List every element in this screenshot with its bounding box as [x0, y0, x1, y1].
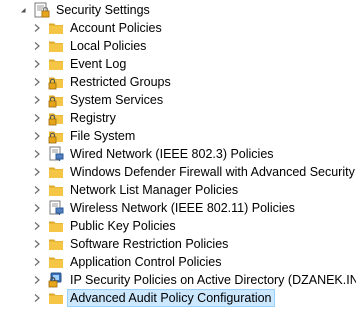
tree-item-1[interactable]: Local Policies	[32, 37, 148, 55]
folder-icon	[48, 254, 64, 270]
chevron-right-icon[interactable]	[32, 203, 42, 213]
tree-item-label: Local Policies	[70, 39, 147, 53]
chevron-right-icon[interactable]	[32, 239, 42, 249]
tree-item-label: Application Control Policies	[70, 255, 222, 269]
tree-item-15[interactable]: Advanced Audit Policy Configuration	[32, 289, 275, 307]
chevron-right-icon[interactable]	[32, 149, 42, 159]
ip-security-icon	[48, 272, 64, 288]
chevron-right-icon[interactable]	[32, 131, 42, 141]
chevron-right-icon[interactable]	[32, 59, 42, 69]
tree-root-security-settings[interactable]: Security Settings	[18, 1, 152, 19]
tree-item-6[interactable]: File System	[32, 127, 137, 145]
tree-item-label: System Services	[70, 93, 164, 107]
tree-item-label: File System	[70, 129, 136, 143]
tree-item-12[interactable]: Software Restriction Policies	[32, 235, 230, 253]
folder-icon	[48, 38, 64, 54]
tree-item-label: Advanced Audit Policy Configuration	[67, 289, 275, 307]
tree-item-label: Event Log	[70, 57, 127, 71]
tree-item-label: Wired Network (IEEE 802.3) Policies	[70, 147, 274, 161]
folder-icon	[48, 290, 64, 306]
tree-item-label: Software Restriction Policies	[70, 237, 229, 251]
tree-root-label: Security Settings	[56, 3, 150, 17]
network-policy-icon	[48, 146, 64, 162]
tree-item-5[interactable]: Registry	[32, 109, 118, 127]
tree-item-7[interactable]: Wired Network (IEEE 802.3) Policies	[32, 145, 276, 163]
tree-item-11[interactable]: Public Key Policies	[32, 217, 178, 235]
chevron-right-icon[interactable]	[32, 95, 42, 105]
tree-item-label: Account Policies	[70, 21, 162, 35]
security-settings-icon	[34, 2, 50, 18]
chevron-right-icon[interactable]	[32, 275, 42, 285]
chevron-right-icon[interactable]	[32, 41, 42, 51]
locked-folder-icon	[48, 128, 64, 144]
locked-folder-icon	[48, 92, 64, 108]
chevron-right-icon[interactable]	[32, 185, 42, 195]
tree-item-label: IP Security Policies on Active Directory…	[70, 273, 356, 287]
network-policy-icon	[48, 200, 64, 216]
chevron-right-icon[interactable]	[32, 221, 42, 231]
chevron-right-icon[interactable]	[32, 293, 42, 303]
folder-icon	[48, 20, 64, 36]
tree-item-13[interactable]: Application Control Policies	[32, 253, 223, 271]
tree-item-label: Network List Manager Policies	[70, 183, 239, 197]
tree-item-3[interactable]: Restricted Groups	[32, 73, 173, 91]
chevron-right-icon[interactable]	[32, 23, 42, 33]
tree-item-14[interactable]: IP Security Policies on Active Directory…	[32, 271, 356, 289]
chevron-right-icon[interactable]	[32, 167, 42, 177]
chevron-right-icon[interactable]	[32, 257, 42, 267]
tree-item-2[interactable]: Event Log	[32, 55, 128, 73]
folder-icon	[48, 164, 64, 180]
folder-icon	[48, 182, 64, 198]
chevron-down-icon[interactable]	[18, 5, 28, 15]
tree-item-8[interactable]: Windows Defender Firewall with Advanced …	[32, 163, 356, 181]
tree-item-label: Wireless Network (IEEE 802.11) Policies	[70, 201, 295, 215]
tree-item-9[interactable]: Network List Manager Policies	[32, 181, 240, 199]
tree-item-0[interactable]: Account Policies	[32, 19, 164, 37]
tree-item-label: Registry	[70, 111, 116, 125]
locked-folder-icon	[48, 110, 64, 126]
folder-icon	[48, 56, 64, 72]
tree-item-label: Windows Defender Firewall with Advanced …	[70, 165, 355, 179]
folder-icon	[48, 218, 64, 234]
chevron-right-icon[interactable]	[32, 77, 42, 87]
tree-item-10[interactable]: Wireless Network (IEEE 802.11) Policies	[32, 199, 297, 217]
tree-item-4[interactable]: System Services	[32, 91, 165, 109]
chevron-right-icon[interactable]	[32, 113, 42, 123]
folder-icon	[48, 236, 64, 252]
locked-folder-icon	[48, 74, 64, 90]
tree-item-label: Restricted Groups	[70, 75, 171, 89]
tree-item-label: Public Key Policies	[70, 219, 176, 233]
